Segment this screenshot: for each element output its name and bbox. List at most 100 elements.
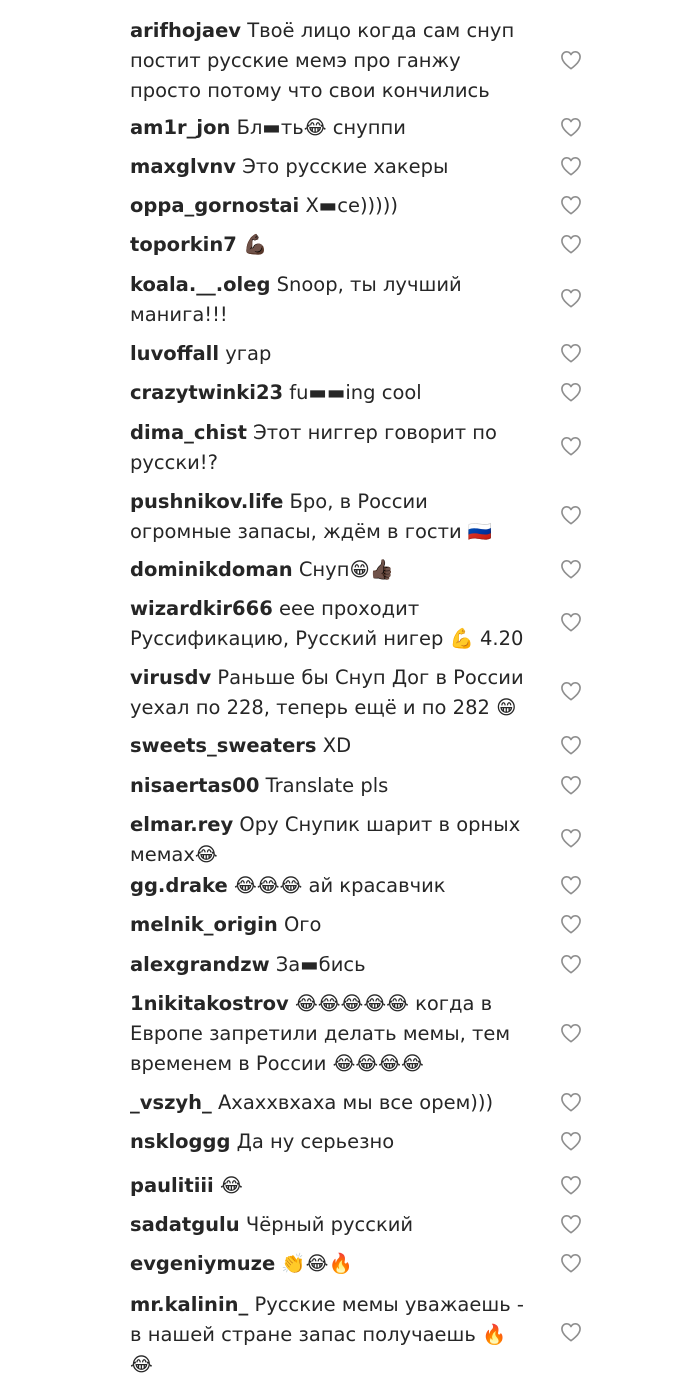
like-heart-icon[interactable]	[560, 1322, 582, 1342]
comment-list: arifhojaev Твоё лицо когда сам снуп пост…	[0, 0, 700, 1397]
comment-body: Ого	[283, 913, 322, 936]
comment-username[interactable]: luvoffall	[130, 342, 219, 365]
comment-username[interactable]: toporkin7	[130, 233, 237, 256]
like-heart-icon[interactable]	[560, 1253, 582, 1273]
like-heart-icon[interactable]	[560, 50, 582, 70]
comment-text-block: maxglvnv Это русские хакеры	[130, 152, 530, 182]
comment-text-block: toporkin7 💪🏿	[130, 230, 530, 260]
comment-item: am1r_jon Бл▬ть😂 снуппи	[130, 113, 590, 143]
comment-item: luvoffall угар	[130, 339, 590, 369]
comment-username[interactable]: alexgrandzw	[130, 953, 270, 976]
comment-item: paulitiii 😂	[130, 1171, 590, 1201]
comment-text-block: sweets_sweaters XD	[130, 731, 530, 761]
comment-username[interactable]: paulitiii	[130, 1174, 214, 1197]
like-heart-icon[interactable]	[560, 505, 582, 525]
comment-username[interactable]: evgeniymuze	[130, 1252, 275, 1275]
like-heart-icon[interactable]	[560, 775, 582, 795]
like-heart-icon[interactable]	[560, 343, 582, 363]
comment-text-block: mr.kalinin_ Русские мемы уважаешь - в на…	[130, 1290, 530, 1380]
comment-item: elmar.rey Ору Снупик шарит в орных мемах…	[130, 810, 590, 870]
like-heart-icon[interactable]	[560, 234, 582, 254]
comment-text-block: _vszyh_ Ахаххвхаха мы все орем)))	[130, 1088, 530, 1118]
comment-username[interactable]: am1r_jon	[130, 116, 230, 139]
comment-username[interactable]: gg.drake	[130, 874, 228, 897]
comment-body: Ахаххвхаха мы все орем)))	[217, 1091, 494, 1114]
comment-item: gg.drake 😂😂😂 ай красавчик	[130, 871, 590, 901]
comment-username[interactable]: _vszyh_	[130, 1091, 212, 1114]
comment-username[interactable]: dima_chist	[130, 421, 247, 444]
comment-username[interactable]: pushnikov.life	[130, 490, 283, 513]
like-heart-icon[interactable]	[560, 1214, 582, 1234]
comment-text-block: paulitiii 😂	[130, 1171, 530, 1201]
like-heart-icon[interactable]	[560, 914, 582, 934]
comment-text-block: evgeniymuze 👏😂🔥	[130, 1249, 530, 1279]
comment-item: sweets_sweaters XD	[130, 731, 590, 761]
comment-username[interactable]: maxglvnv	[130, 155, 236, 178]
like-heart-icon[interactable]	[560, 1092, 582, 1112]
comment-username[interactable]: wizardkir666	[130, 597, 273, 620]
comment-text-block: crazytwinki23 fu▬▬ing cool	[130, 378, 530, 408]
comment-username[interactable]: sadatgulu	[130, 1213, 240, 1236]
like-heart-icon[interactable]	[560, 1023, 582, 1043]
comment-username[interactable]: crazytwinki23	[130, 381, 283, 404]
like-heart-icon[interactable]	[560, 681, 582, 701]
like-heart-icon[interactable]	[560, 612, 582, 632]
comment-item: _vszyh_ Ахаххвхаха мы все орем)))	[130, 1088, 590, 1118]
comment-username[interactable]: melnik_origin	[130, 913, 278, 936]
like-heart-icon[interactable]	[560, 875, 582, 895]
comment-text-block: elmar.rey Ору Снупик шарит в орных мемах…	[130, 810, 530, 870]
comment-username[interactable]: koala.__.oleg	[130, 273, 270, 296]
comment-item: pushnikov.life Бро, в России огромные за…	[130, 487, 590, 547]
like-heart-icon[interactable]	[560, 117, 582, 137]
comment-item: dima_chist Этот ниггер говорит по русски…	[130, 418, 590, 478]
like-heart-icon[interactable]	[560, 559, 582, 579]
like-heart-icon[interactable]	[560, 735, 582, 755]
comment-username[interactable]: dominikdoman	[130, 558, 293, 581]
comment-body: XD	[322, 734, 352, 757]
comment-body: 😂😂😂 ай красавчик	[233, 874, 446, 897]
like-heart-icon[interactable]	[560, 1131, 582, 1151]
comment-text-block: luvoffall угар	[130, 339, 530, 369]
comment-body: 👏😂🔥	[281, 1252, 353, 1275]
comment-body: Да ну серьезно	[236, 1130, 395, 1153]
comment-text-block: sadatgulu Чёрный русский	[130, 1210, 530, 1240]
comment-username[interactable]: elmar.rey	[130, 813, 233, 836]
comment-text-block: koala.__.oleg Snoop, ты лучший манига!!!	[130, 270, 530, 330]
comment-username[interactable]: arifhojaev	[130, 19, 241, 42]
like-heart-icon[interactable]	[560, 156, 582, 176]
comment-text-block: gg.drake 😂😂😂 ай красавчик	[130, 871, 530, 901]
comment-username[interactable]: oppa_gornostai	[130, 194, 299, 217]
comment-text-block: 1nikitakostrov 😂😂😂😂😂 когда в Европе запр…	[130, 989, 530, 1079]
like-heart-icon[interactable]	[560, 828, 582, 848]
comment-item: crazytwinki23 fu▬▬ing cool	[130, 378, 590, 408]
comment-text-block: wizardkir666 еее проходит Руссификацию, …	[130, 594, 530, 654]
like-heart-icon[interactable]	[560, 288, 582, 308]
like-heart-icon[interactable]	[560, 382, 582, 402]
comment-body: Это русские хакеры	[242, 155, 449, 178]
like-heart-icon[interactable]	[560, 436, 582, 456]
comment-username[interactable]: mr.kalinin_	[130, 1293, 248, 1316]
comment-username[interactable]: nskloggg	[130, 1130, 230, 1153]
comment-username[interactable]: virusdv	[130, 666, 211, 689]
comment-item: maxglvnv Это русские хакеры	[130, 152, 590, 182]
like-heart-icon[interactable]	[560, 195, 582, 215]
comment-text-block: nskloggg Да ну серьезно	[130, 1127, 530, 1157]
comment-item: 1nikitakostrov 😂😂😂😂😂 когда в Европе запр…	[130, 989, 590, 1079]
like-heart-icon[interactable]	[560, 1175, 582, 1195]
comment-text-block: melnik_origin Ого	[130, 910, 530, 940]
comment-username[interactable]: sweets_sweaters	[130, 734, 317, 757]
comment-item: nskloggg Да ну серьезно	[130, 1127, 590, 1157]
comment-item: melnik_origin Ого	[130, 910, 590, 940]
comment-username[interactable]: 1nikitakostrov	[130, 992, 289, 1015]
comment-item: evgeniymuze 👏😂🔥	[130, 1249, 590, 1279]
comment-body: Х▬се)))))	[305, 194, 398, 217]
comment-body: угар	[225, 342, 272, 365]
comment-item: dominikdoman Снуп😁👍🏿	[130, 555, 590, 585]
comment-body: 😂	[219, 1174, 243, 1197]
comment-item: mr.kalinin_ Русские мемы уважаешь - в на…	[130, 1290, 590, 1380]
comment-item: nisaertas00 Translate pls	[130, 771, 590, 801]
like-heart-icon[interactable]	[560, 954, 582, 974]
comment-username[interactable]: nisaertas00	[130, 774, 259, 797]
comment-text-block: arifhojaev Твоё лицо когда сам снуп пост…	[130, 16, 530, 106]
comment-item: arifhojaev Твоё лицо когда сам снуп пост…	[130, 16, 590, 106]
